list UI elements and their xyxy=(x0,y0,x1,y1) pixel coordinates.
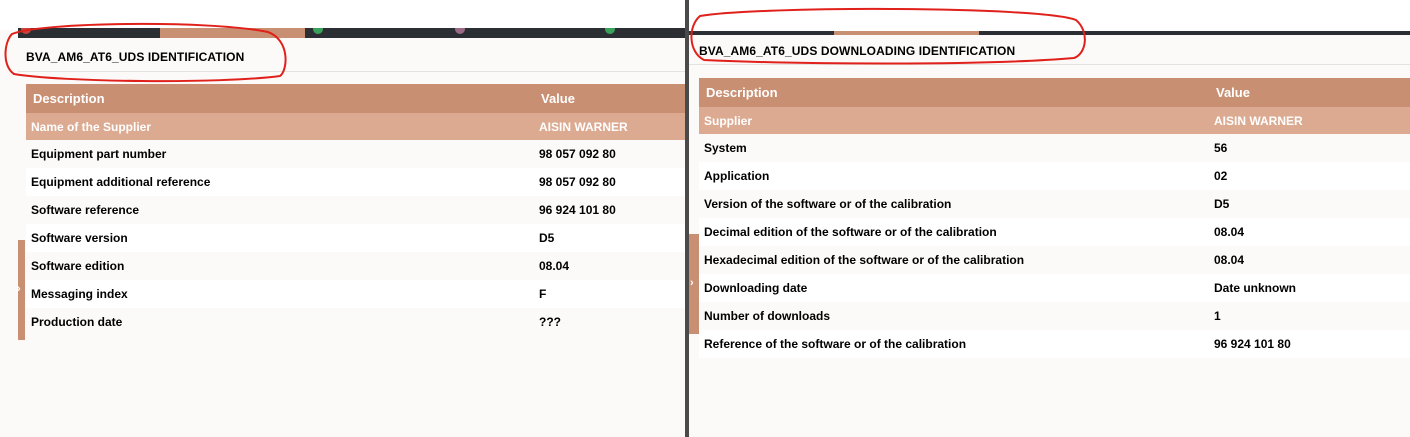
row-value: 08.04 xyxy=(1209,218,1410,246)
table-row: Supplier AISIN WARNER xyxy=(699,107,1410,134)
table-row: Hexadecimal edition of the software or o… xyxy=(699,246,1410,274)
column-header-value: Value xyxy=(534,84,685,113)
row-value: 56 xyxy=(1209,134,1410,162)
row-value: ??? xyxy=(534,308,685,336)
right-panel: BVA_AM6_AT6_UDS DOWNLOADING IDENTIFICATI… xyxy=(689,0,1410,437)
row-value: 98 057 092 80 xyxy=(534,140,685,168)
table-row: Decimal edition of the software or of th… xyxy=(699,218,1410,246)
table-row: Equipment additional reference 98 057 09… xyxy=(26,168,685,196)
row-description: Version of the software or of the calibr… xyxy=(699,190,1209,218)
row-description: Downloading date xyxy=(699,274,1209,302)
row-description: Equipment part number xyxy=(26,140,534,168)
row-value: 02 xyxy=(1209,162,1410,190)
top-bar xyxy=(689,0,1410,31)
row-description: Software reference xyxy=(26,196,534,224)
row-value: 08.04 xyxy=(1209,246,1410,274)
row-value: 96 924 101 80 xyxy=(1209,330,1410,358)
left-panel: BVA_AM6_AT6_UDS IDENTIFICATION › Descrip… xyxy=(0,0,685,437)
row-value: AISIN WARNER xyxy=(534,113,685,140)
table-row: Software edition 08.04 xyxy=(26,252,685,280)
table-row: Downloading date Date unknown xyxy=(699,274,1410,302)
row-description: Equipment additional reference xyxy=(26,168,534,196)
table-header-row: Description Value xyxy=(26,84,685,113)
tab-strip[interactable] xyxy=(18,28,685,38)
section-header: BVA_AM6_AT6_UDS IDENTIFICATION xyxy=(18,38,685,72)
row-description: System xyxy=(699,134,1209,162)
page-title: BVA_AM6_AT6_UDS DOWNLOADING IDENTIFICATI… xyxy=(699,44,1016,58)
row-value: 08.04 xyxy=(534,252,685,280)
row-value: Date unknown xyxy=(1209,274,1410,302)
row-description: Number of downloads xyxy=(699,302,1209,330)
row-description: Name of the Supplier xyxy=(26,113,534,140)
table-row: Equipment part number 98 057 092 80 xyxy=(26,140,685,168)
row-description: Software version xyxy=(26,224,534,252)
row-description: Software edition xyxy=(26,252,534,280)
table-row: Name of the Supplier AISIN WARNER xyxy=(26,113,685,140)
top-bar xyxy=(0,0,685,30)
chevron-right-icon[interactable]: › xyxy=(690,277,694,289)
row-description: Reference of the software or of the cali… xyxy=(699,330,1209,358)
identification-table: Description Value Name of the Supplier A… xyxy=(26,84,685,336)
column-header-value: Value xyxy=(1209,78,1410,107)
row-value: 96 924 101 80 xyxy=(534,196,685,224)
table-row: Software reference 96 924 101 80 xyxy=(26,196,685,224)
table-row: Reference of the software or of the cali… xyxy=(699,330,1410,358)
downloading-identification-table: Description Value Supplier AISIN WARNER … xyxy=(699,78,1410,358)
table-row: Number of downloads 1 xyxy=(699,302,1410,330)
row-value: 1 xyxy=(1209,302,1410,330)
row-value: D5 xyxy=(1209,190,1410,218)
row-description: Application xyxy=(699,162,1209,190)
column-header-description: Description xyxy=(699,78,1209,107)
table-row: Version of the software or of the calibr… xyxy=(699,190,1410,218)
table-row: Application 02 xyxy=(699,162,1410,190)
row-description: Hexadecimal edition of the software or o… xyxy=(699,246,1209,274)
row-description: Supplier xyxy=(699,107,1209,134)
table-header-row: Description Value xyxy=(699,78,1410,107)
row-value: 98 057 092 80 xyxy=(534,168,685,196)
row-description: Production date xyxy=(26,308,534,336)
tab-active[interactable] xyxy=(160,28,305,38)
section-header: BVA_AM6_AT6_UDS DOWNLOADING IDENTIFICATI… xyxy=(689,35,1410,65)
table-row: Production date ??? xyxy=(26,308,685,336)
row-value: F xyxy=(534,280,685,308)
row-value: D5 xyxy=(534,224,685,252)
table-row: System 56 xyxy=(699,134,1410,162)
row-value: AISIN WARNER xyxy=(1209,107,1410,134)
row-description: Decimal edition of the software or of th… xyxy=(699,218,1209,246)
chevron-right-icon[interactable]: › xyxy=(17,283,21,295)
page-title: BVA_AM6_AT6_UDS IDENTIFICATION xyxy=(26,50,245,64)
table-row: Software version D5 xyxy=(26,224,685,252)
column-header-description: Description xyxy=(26,84,534,113)
row-description: Messaging index xyxy=(26,280,534,308)
table-row: Messaging index F xyxy=(26,280,685,308)
